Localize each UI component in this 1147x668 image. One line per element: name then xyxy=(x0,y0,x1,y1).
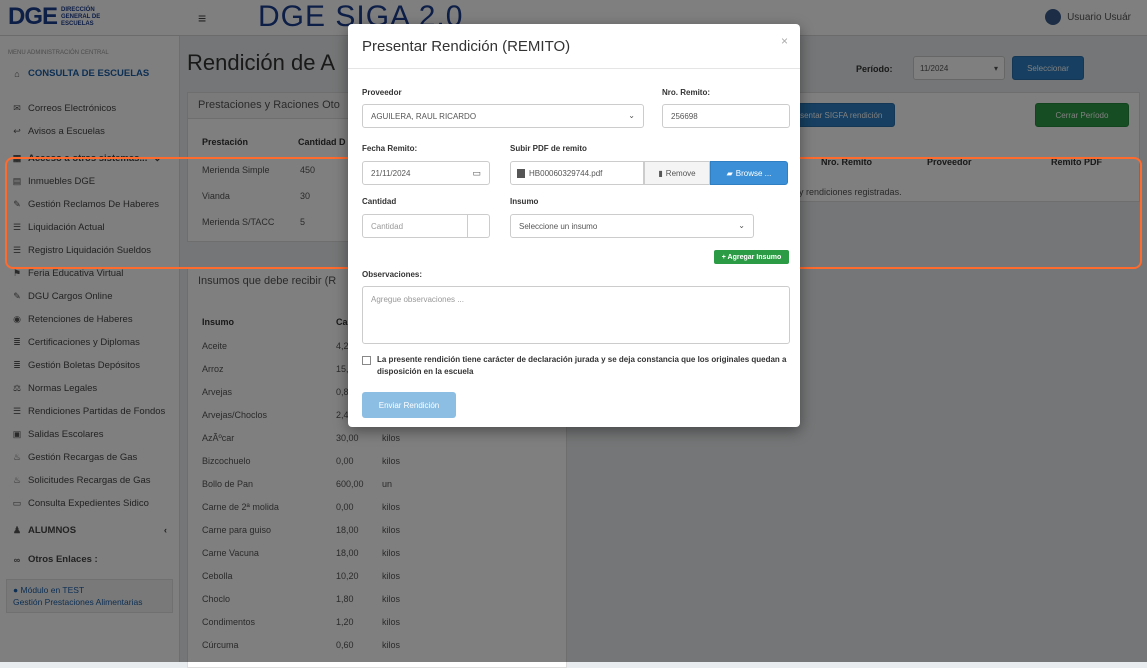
file-icon xyxy=(517,168,525,178)
fecha-remito-label: Fecha Remito: xyxy=(362,144,418,153)
observaciones-label: Observaciones: xyxy=(362,270,423,279)
insumo-select[interactable]: Seleccione un insumo ⌄ xyxy=(510,214,754,238)
presentar-rendicion-modal: Presentar Rendición (REMITO) × Proveedor… xyxy=(348,24,800,427)
calendar-icon[interactable]: ▭ xyxy=(472,168,481,179)
declaracion-jurada-text: La presente rendición tiene carácter de … xyxy=(377,355,787,376)
modal-divider xyxy=(348,68,800,69)
fecha-remito-input[interactable]: 21/11/2024 ▭ xyxy=(362,161,490,185)
nro-remito-input[interactable]: 256698 xyxy=(662,104,790,128)
declaracion-jurada-row: La presente rendición tiene carácter de … xyxy=(362,354,790,378)
remove-label: Remove xyxy=(665,168,696,178)
insumo-label: Insumo xyxy=(510,197,539,206)
cantidad-placeholder: Cantidad xyxy=(371,221,404,231)
agregar-insumo-button[interactable]: + Agregar Insumo xyxy=(714,250,789,264)
enviar-rendicion-button[interactable]: Enviar Rendición xyxy=(362,392,456,418)
chevron-down-icon: ⌄ xyxy=(738,221,745,230)
folder-open-icon: ▰ xyxy=(726,168,733,178)
proveedor-select[interactable]: AGUILERA, RAUL RICARDO ⌄ xyxy=(362,104,644,128)
pdf-file-name: HB00060329744.pdf xyxy=(529,168,603,178)
cantidad-stepper[interactable] xyxy=(468,214,490,238)
pdf-upload-label: Subir PDF de remito xyxy=(510,144,587,153)
browse-label: Browse ... xyxy=(735,168,772,178)
nro-remito-value: 256698 xyxy=(671,111,698,121)
cantidad-input[interactable]: Cantidad xyxy=(362,214,468,238)
remove-file-button[interactable]: ▮ Remove xyxy=(644,161,710,185)
declaracion-jurada-checkbox[interactable] xyxy=(362,356,371,365)
pdf-file-display[interactable]: HB00060329744.pdf xyxy=(510,161,644,185)
proveedor-value: AGUILERA, RAUL RICARDO xyxy=(371,111,477,121)
observaciones-textarea[interactable]: Agregue observaciones ... xyxy=(362,286,790,344)
browse-file-button[interactable]: ▰ Browse ... xyxy=(710,161,788,185)
cantidad-label: Cantidad xyxy=(362,197,397,206)
proveedor-label: Proveedor xyxy=(362,88,402,97)
close-icon[interactable]: × xyxy=(781,34,788,48)
chevron-down-icon: ⌄ xyxy=(628,111,635,120)
trash-icon: ▮ xyxy=(658,168,663,178)
insumo-placeholder: Seleccione un insumo xyxy=(519,221,598,231)
nro-remito-label: Nro. Remito: xyxy=(662,88,710,97)
modal-title: Presentar Rendición (REMITO) xyxy=(362,38,571,55)
fecha-remito-value: 21/11/2024 xyxy=(371,168,411,178)
